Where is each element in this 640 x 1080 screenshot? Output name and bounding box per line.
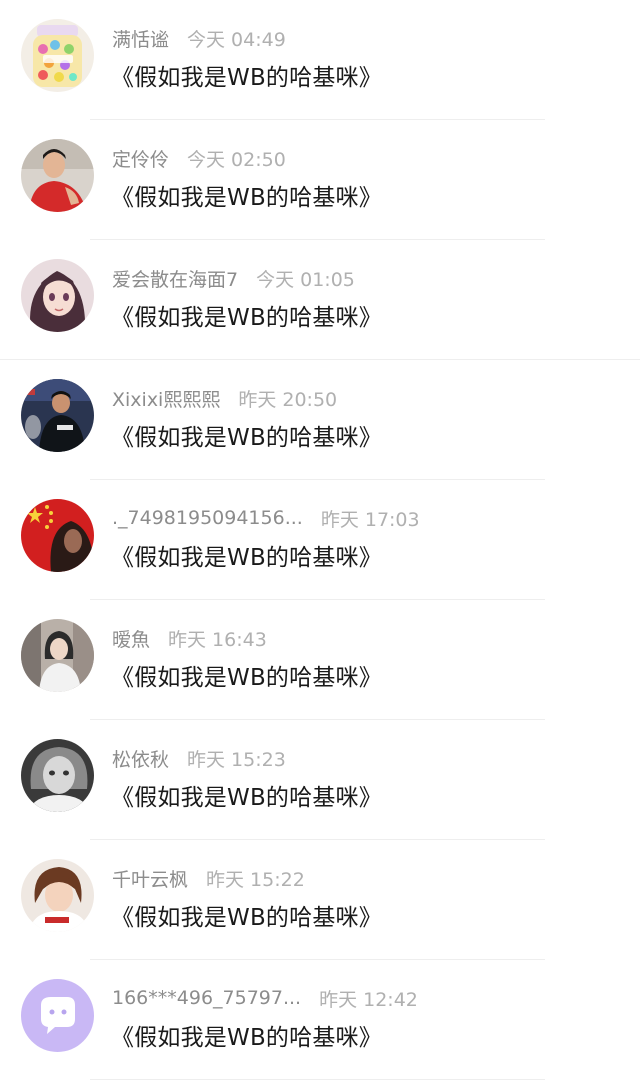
comment-item[interactable]: ._7498195094156... 昨天 17:03 《假如我是WB的哈基咪》	[0, 480, 640, 600]
avatar[interactable]	[21, 739, 94, 812]
comment-time: 今天 01:05	[256, 268, 355, 291]
comment-item[interactable]: Xixixi熙熙熙 昨天 20:50 《假如我是WB的哈基咪》	[0, 360, 640, 480]
comment-item[interactable]: 千叶云枫 昨天 15:22 《假如我是WB的哈基咪》	[0, 840, 640, 960]
comment-author[interactable]: Xixixi熙熙熙	[112, 385, 220, 412]
avatar[interactable]	[21, 619, 94, 692]
comment-item[interactable]: 166***496_75797... 昨天 12:42 《假如我是WB的哈基咪》	[0, 960, 640, 1080]
man-red-hoodie-avatar-icon	[21, 139, 94, 212]
comment-text: 《假如我是WB的哈基咪》	[111, 305, 382, 331]
comment-text: 《假如我是WB的哈基咪》	[111, 425, 382, 451]
comment-time: 昨天 16:43	[168, 628, 267, 651]
comment-item[interactable]: 爱会散在海面7 今天 01:05 《假如我是WB的哈基咪》	[0, 240, 640, 360]
comment-author[interactable]: 满恬谧	[112, 25, 169, 52]
comment-author[interactable]: ._7498195094156...	[112, 507, 303, 529]
flag-girl-avatar-icon	[21, 499, 94, 572]
comment-text: 《假如我是WB的哈基咪》	[111, 545, 382, 571]
avatar[interactable]	[21, 259, 94, 332]
comment-text: 《假如我是WB的哈基咪》	[111, 65, 382, 91]
comment-text: 《假如我是WB的哈基咪》	[111, 905, 382, 931]
comment-author[interactable]: 爱会散在海面7	[112, 265, 238, 292]
comment-text: 《假如我是WB的哈基咪》	[111, 185, 382, 211]
avatar[interactable]	[21, 19, 94, 92]
comment-time: 昨天 20:50	[238, 388, 338, 411]
comment-list: 满恬谧 今天 04:49 《假如我是WB的哈基咪》 定伶伶 今天 02:50 《…	[0, 0, 640, 1080]
bw-child-avatar-icon	[21, 739, 94, 812]
comment-time: 昨天 12:42	[319, 988, 418, 1011]
comment-author[interactable]: 松依秋	[112, 745, 169, 772]
avatar[interactable]	[21, 859, 94, 932]
comment-time: 昨天 17:03	[320, 508, 420, 531]
comment-time: 今天 02:50	[187, 148, 286, 171]
comment-time: 昨天 15:22	[206, 868, 305, 891]
comment-text: 《假如我是WB的哈基咪》	[111, 665, 382, 691]
comment-author[interactable]: 166***496_75797...	[112, 987, 301, 1009]
avatar[interactable]	[21, 499, 94, 572]
comment-item[interactable]: 暧魚 昨天 16:43 《假如我是WB的哈基咪》	[0, 600, 640, 720]
candy-jar-avatar-icon	[21, 19, 94, 92]
comment-author[interactable]: 定伶伶	[112, 145, 169, 172]
anime-boy-avatar-icon	[21, 859, 94, 932]
anime-girl-avatar-icon	[21, 259, 94, 332]
avatar[interactable]	[21, 139, 94, 212]
comment-author[interactable]: 暧魚	[112, 625, 150, 652]
comment-item[interactable]: 定伶伶 今天 02:50 《假如我是WB的哈基咪》	[0, 120, 640, 240]
girl-photo-avatar-icon	[21, 619, 94, 692]
chat-bubble-default-avatar-icon	[21, 979, 94, 1052]
comment-author[interactable]: 千叶云枫	[112, 865, 188, 892]
comment-time: 昨天 15:23	[187, 748, 286, 771]
table-tennis-player-avatar-icon	[21, 379, 94, 452]
avatar[interactable]	[21, 979, 94, 1052]
comment-time: 今天 04:49	[187, 28, 286, 51]
comment-text: 《假如我是WB的哈基咪》	[111, 785, 382, 811]
comment-item[interactable]: 满恬谧 今天 04:49 《假如我是WB的哈基咪》	[0, 0, 640, 120]
comment-item[interactable]: 松依秋 昨天 15:23 《假如我是WB的哈基咪》	[0, 720, 640, 840]
avatar[interactable]	[21, 379, 94, 452]
comment-text: 《假如我是WB的哈基咪》	[111, 1025, 382, 1051]
